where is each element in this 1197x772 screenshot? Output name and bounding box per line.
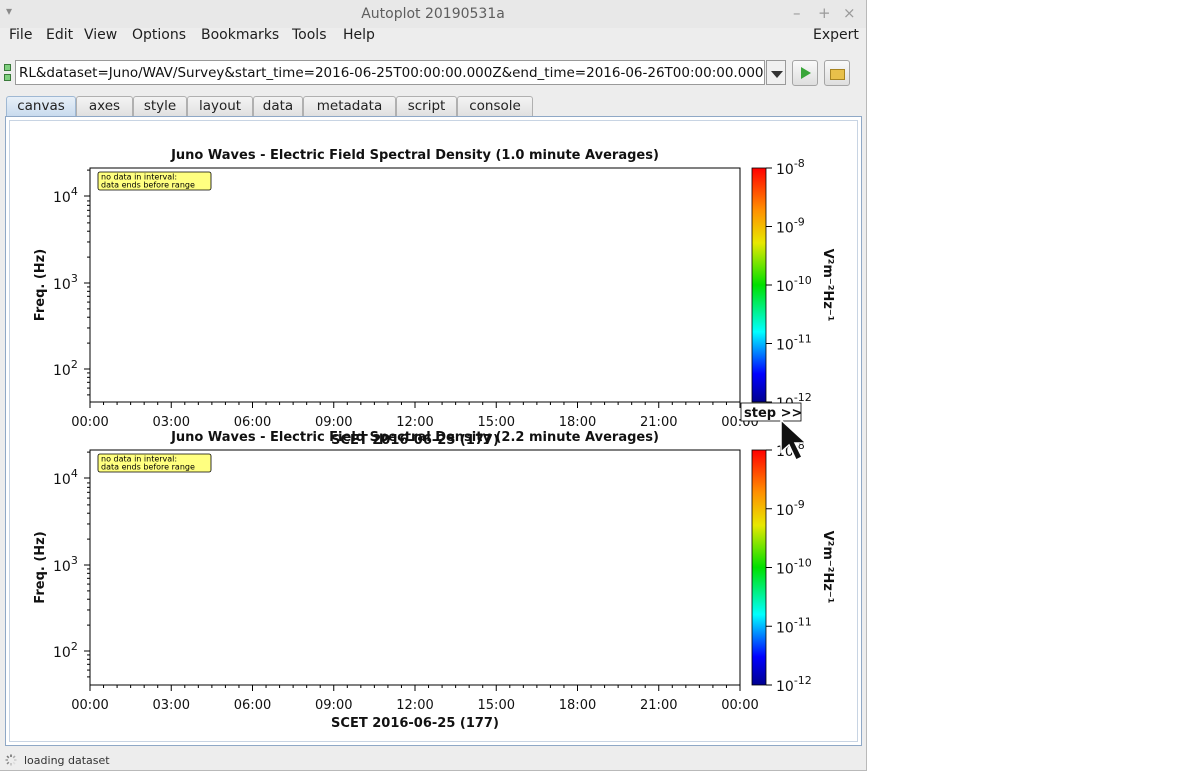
x-tick-label: 15:00: [478, 698, 515, 713]
plot-title: Juno Waves - Electric Field Spectral Den…: [170, 148, 659, 163]
note-line: data ends before range: [101, 181, 195, 190]
y-tick-label: 104: [53, 185, 78, 206]
x-tick-label: 06:00: [234, 415, 271, 430]
x-tick-label: 06:00: [234, 698, 271, 713]
x-tick-label: 18:00: [559, 698, 596, 713]
colorbar-tick-label: 10-8: [776, 157, 805, 178]
status-text: loading dataset: [24, 754, 110, 767]
x-tick-label: 21:00: [640, 698, 677, 713]
x-tick-label: 09:00: [315, 415, 352, 430]
x-tick-label: 09:00: [315, 698, 352, 713]
plot-canvas[interactable]: Juno Waves - Electric Field Spectral Den…: [0, 0, 866, 752]
colorbar-tick-label: 10-11: [776, 615, 812, 636]
colorbar: 10-810-910-1010-1110-12V²m⁻²Hz⁻¹: [751, 439, 835, 695]
x-axis-label: SCET 2016-06-25 (177): [331, 716, 499, 731]
y-tick-label: 102: [53, 358, 78, 379]
colorbar-gradient: [751, 167, 767, 403]
colorbar-tick-label: 10-9: [776, 216, 805, 237]
colorbar-label: V²m⁻²Hz⁻¹: [820, 249, 835, 322]
spectrogram-panel-2[interactable]: Juno Waves - Electric Field Spectral Den…: [33, 430, 835, 731]
plot-title: Juno Waves - Electric Field Spectral Den…: [170, 430, 659, 445]
no-data-note: no data in interval:data ends before ran…: [97, 171, 212, 191]
status-bar: loading dataset: [0, 752, 866, 770]
x-tick-label: 15:00: [478, 415, 515, 430]
x-tick-label: 03:00: [153, 415, 190, 430]
x-tick-label: 12:00: [396, 698, 433, 713]
x-tick-label: 18:00: [559, 415, 596, 430]
y-tick-label: 103: [53, 272, 78, 293]
colorbar-gradient: [751, 449, 767, 686]
loading-spinner-icon: [5, 754, 17, 766]
colorbar-tick-label: 10-10: [776, 274, 812, 295]
y-axis-label: Freq. (Hz): [33, 531, 48, 603]
x-tick-label: 12:00: [396, 415, 433, 430]
colorbar-tick-label: 10-10: [776, 557, 812, 578]
step-button[interactable]: step >>: [740, 402, 802, 422]
colorbar-tick-label: 10-12: [776, 674, 812, 695]
y-tick-label: 103: [53, 554, 78, 575]
colorbar-tick-label: 10-11: [776, 333, 812, 354]
no-data-note: no data in interval:data ends before ran…: [97, 453, 212, 473]
step-button-label: step >>: [744, 406, 802, 421]
autoplot-window: ▾ Autoplot 20190531a – + × File Edit Vie…: [0, 0, 867, 771]
note-line: data ends before range: [101, 463, 195, 472]
plot-frame: [89, 167, 741, 403]
colorbar-tick-label: 10-9: [776, 498, 805, 519]
x-tick-label: 00:00: [71, 415, 108, 430]
x-tick-label: 03:00: [153, 698, 190, 713]
colorbar: 10-810-910-1010-1110-12V²m⁻²Hz⁻¹: [751, 157, 835, 412]
x-tick-label: 21:00: [640, 415, 677, 430]
x-tick-label: 00:00: [721, 698, 758, 713]
spectrogram-panel-1[interactable]: Juno Waves - Electric Field Spectral Den…: [33, 148, 835, 448]
y-axis-label: Freq. (Hz): [33, 249, 48, 321]
y-tick-label: 102: [53, 640, 78, 661]
y-tick-label: 104: [53, 467, 78, 488]
x-tick-label: 00:00: [71, 698, 108, 713]
plot-frame: [89, 449, 741, 686]
colorbar-label: V²m⁻²Hz⁻¹: [820, 531, 835, 604]
